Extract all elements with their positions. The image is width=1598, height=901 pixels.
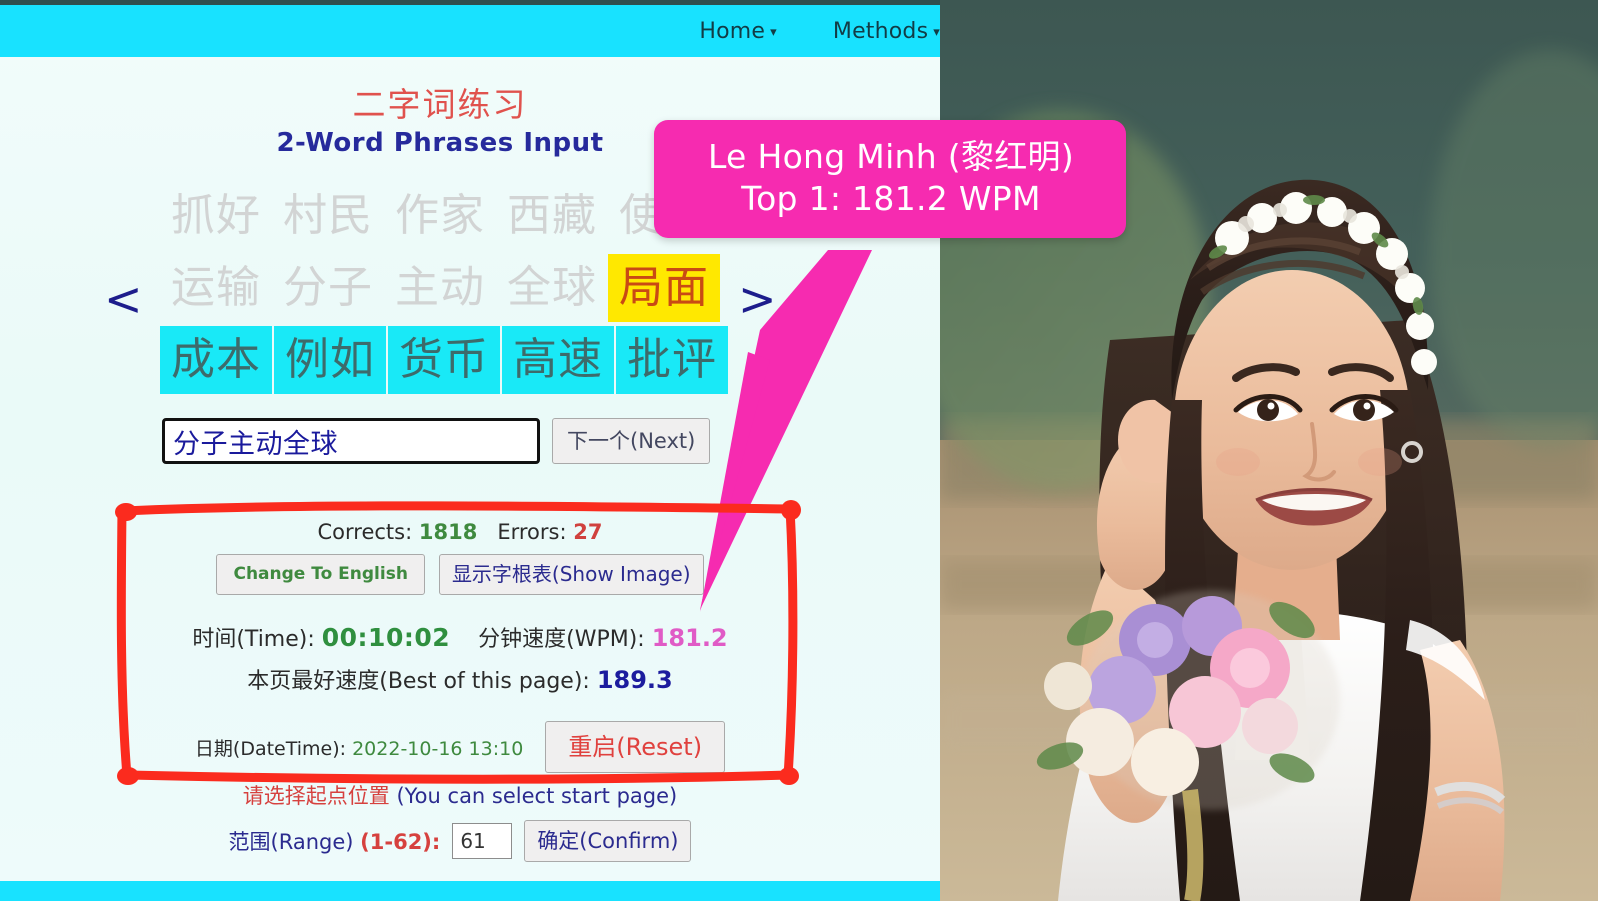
- phrase-cell: 使用: [619, 190, 709, 241]
- prev-page-arrow[interactable]: <: [104, 272, 143, 326]
- page-title-en: 2-Word Phrases Input: [276, 128, 604, 158]
- phrase-row-done: 抓好 村民 作家 西藏 使用: [160, 180, 728, 252]
- range-row: 范围(Range) (1-62): 61 确定(Confirm): [130, 820, 790, 863]
- chevron-down-icon: ▾: [770, 24, 777, 40]
- phrase-cell: 主动: [395, 262, 485, 313]
- time-wpm-line: 时间(Time): 00:10:02 分钟速度(WPM): 181.2: [130, 621, 790, 653]
- errors-value: 27: [573, 520, 603, 544]
- range-hint-en: (You can select start page): [396, 784, 678, 808]
- chevron-down-icon: ▾: [933, 24, 940, 40]
- phrase-row-next: 成本 例如 货币 高速 批评: [160, 324, 728, 396]
- best-speed-line: 本页最好速度(Best of this page): 189.3: [130, 663, 790, 695]
- reset-button[interactable]: 重启(Reset): [545, 721, 726, 774]
- stats-panel: Corrects: 1818 Errors: 27 Change To Engl…: [130, 520, 790, 774]
- wpm-value: 181.2: [651, 624, 728, 653]
- phrase-cell: 高速: [502, 326, 614, 394]
- typing-row: 分子主动全球 下一个(Next): [162, 418, 711, 465]
- phrase-cell: 例如: [274, 326, 386, 394]
- nav-item-methods[interactable]: Methods ▾: [833, 19, 940, 44]
- time-label: 时间(Time):: [192, 627, 315, 653]
- phrase-cell: 分子: [283, 262, 373, 313]
- range-selector: 请选择起点位置 (You can select start page) 范围(R…: [130, 780, 790, 863]
- range-input[interactable]: 61: [452, 823, 513, 860]
- time-value: 00:10:02: [321, 623, 451, 653]
- best-value: 189.3: [596, 666, 673, 695]
- range-label-text: 范围(Range): [228, 830, 354, 855]
- phrase-cell: 运输: [171, 262, 261, 313]
- nav-item-methods-label: Methods: [832, 18, 929, 44]
- phrase-row-current: 运输 分子 主动 全球 局面: [160, 252, 728, 324]
- phrase-cell: 全球: [507, 262, 597, 313]
- range-bounds: (1-62):: [360, 830, 441, 855]
- phrase-cell: 成本: [160, 326, 272, 394]
- nav-item-home[interactable]: Home ▾: [699, 19, 777, 44]
- range-label: 范围(Range) (1-62):: [229, 826, 441, 856]
- confirm-button[interactable]: 确定(Confirm): [524, 820, 692, 863]
- wpm-label: 分钟速度(WPM):: [478, 627, 645, 653]
- best-label: 本页最好速度(Best of this page):: [247, 669, 590, 695]
- corrects-value: 1818: [418, 520, 478, 544]
- footer-bar: [0, 881, 940, 901]
- phrase-cell: 作家: [395, 190, 485, 241]
- counts-line: Corrects: 1818 Errors: 27: [130, 520, 790, 544]
- next-button[interactable]: 下一个(Next): [552, 418, 711, 465]
- phrase-cell: 抓好: [171, 190, 261, 241]
- datetime-label: 日期(DateTime):: [194, 737, 347, 760]
- person-photo: [940, 0, 1598, 901]
- range-hint-cn: 请选择起点位置: [242, 784, 390, 808]
- typing-input[interactable]: 分子主动全球: [162, 418, 540, 465]
- app-screenshot: Home ▾ Methods ▾ 二字词练习 2-Word Phrases Inpu…: [0, 0, 1598, 901]
- corrects-label: Corrects:: [317, 520, 413, 544]
- datetime-text: 日期(DateTime): 2022-10-16 13:10: [195, 734, 523, 761]
- phrase-cell: 批评: [616, 326, 728, 394]
- phrase-cell-active: 局面: [608, 254, 720, 322]
- next-page-arrow[interactable]: >: [738, 272, 777, 326]
- datetime-row: 日期(DateTime): 2022-10-16 13:10 重启(Reset): [130, 721, 790, 774]
- phrase-grid: < > 抓好 村民 作家 西藏 使用 运输 分子 主动 全球 局面 成本 例如 …: [0, 180, 940, 415]
- phrase-cell: 货币: [388, 326, 500, 394]
- errors-label: Errors:: [497, 520, 567, 544]
- typing-practice-app: Home ▾ Methods ▾ 二字词练习 2-Word Phrases Inpu…: [0, 0, 940, 901]
- page-title-cn: 二字词练习: [352, 85, 528, 124]
- navigation-bar: Home ▾ Methods ▾: [0, 5, 940, 57]
- phrase-cell: 村民: [283, 190, 373, 241]
- phrase-cell: 西藏: [507, 190, 597, 241]
- stats-button-row: Change To English 显示字根表(Show Image): [130, 554, 790, 596]
- nav-item-home-label: Home: [699, 18, 766, 44]
- show-image-button[interactable]: 显示字根表(Show Image): [438, 554, 704, 596]
- range-hint: 请选择起点位置 (You can select start page): [130, 780, 790, 810]
- datetime-value: 2022-10-16 13:10: [352, 737, 524, 760]
- change-to-english-button[interactable]: Change To English: [216, 554, 425, 596]
